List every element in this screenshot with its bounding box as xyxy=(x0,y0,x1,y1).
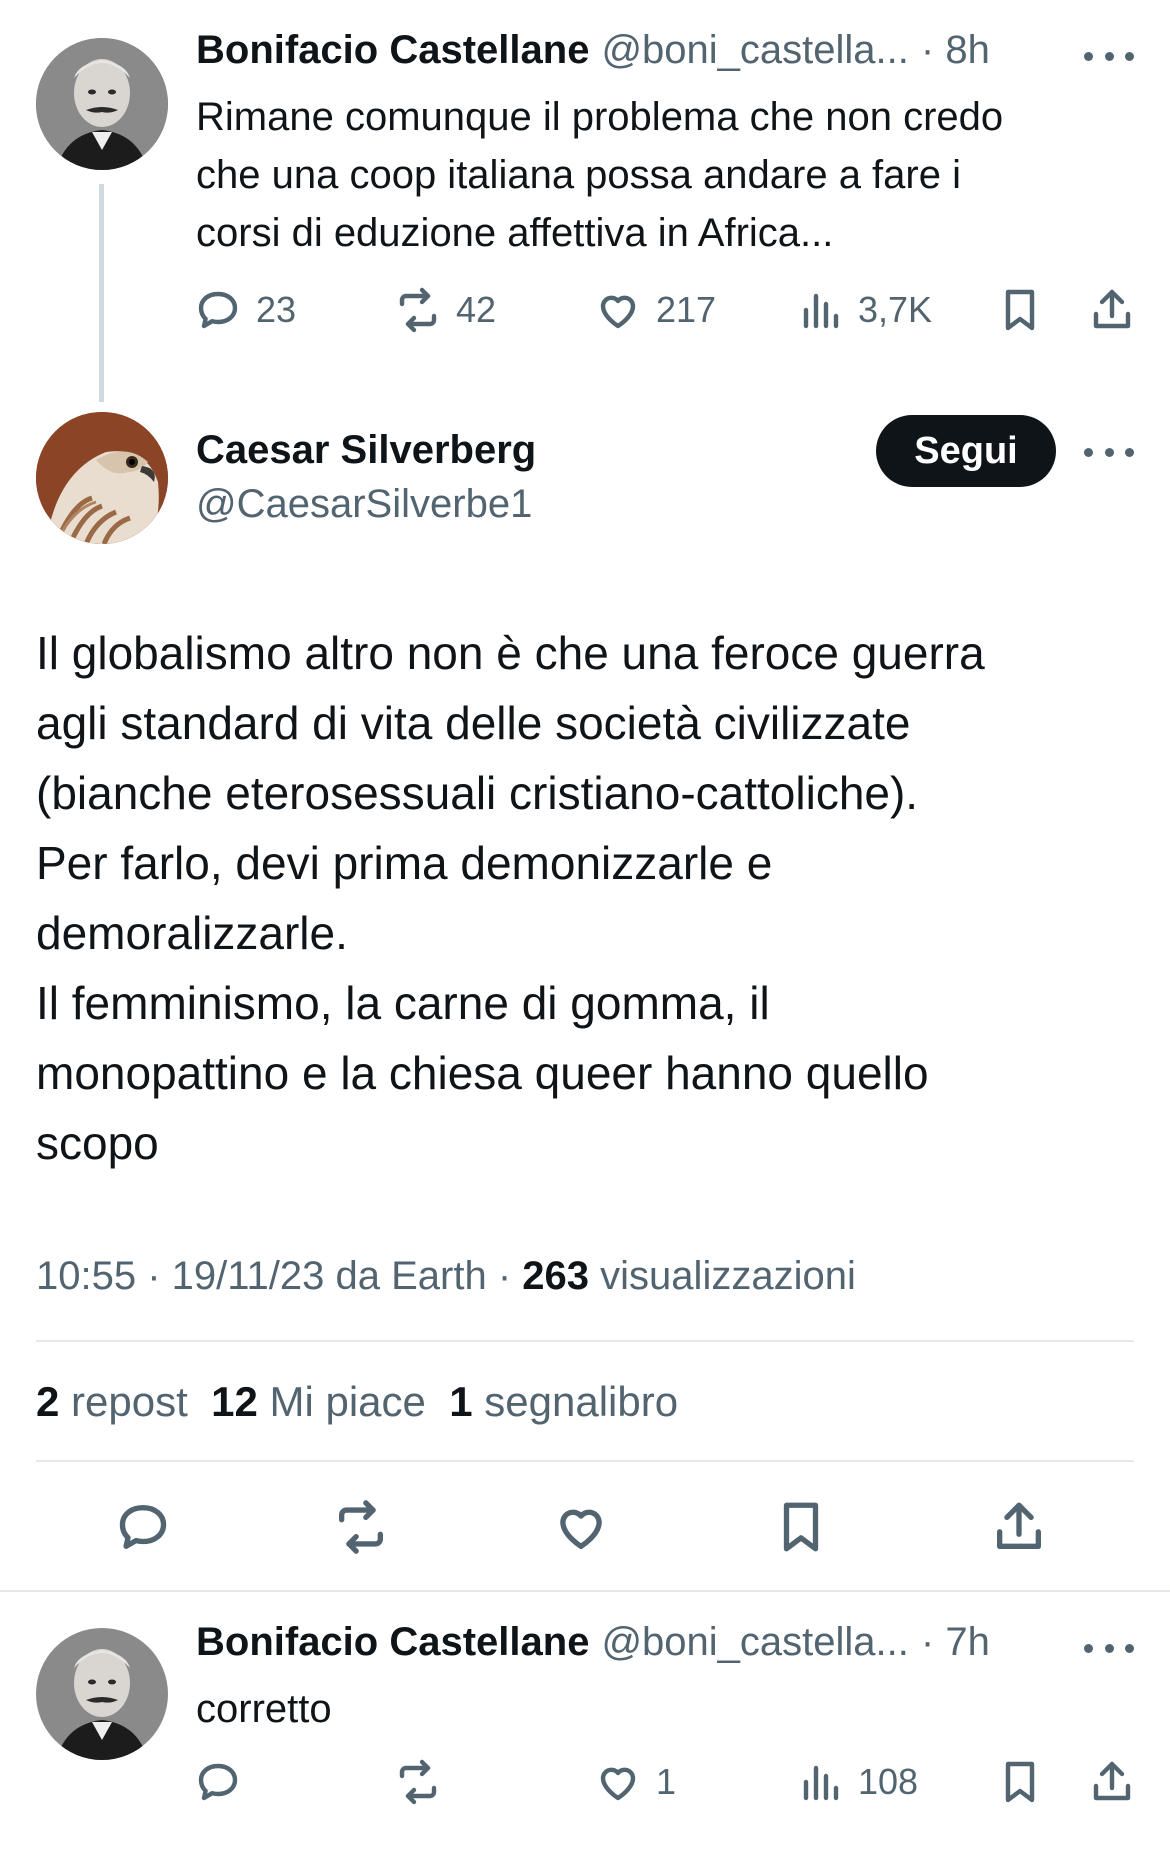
reply-button[interactable] xyxy=(194,1758,256,1806)
share-icon xyxy=(1093,1761,1131,1801)
author-handle[interactable]: @boni_castella... xyxy=(601,1620,908,1665)
like-button[interactable]: 1 xyxy=(594,1758,676,1806)
reply-button[interactable] xyxy=(114,1498,172,1561)
like-button[interactable]: 217 xyxy=(594,286,716,334)
repost-icon xyxy=(399,287,437,333)
reply-icon xyxy=(198,291,238,329)
author-name[interactable]: Caesar Silverberg xyxy=(196,428,536,473)
more-options-icon[interactable] xyxy=(1084,1638,1134,1658)
tweet-text-line: Il globalismo altro non è che una feroce… xyxy=(36,627,985,679)
views-icon xyxy=(803,1765,839,1801)
bookmark-icon xyxy=(1005,1761,1035,1803)
views-count: 108 xyxy=(858,1761,919,1802)
author-handle[interactable]: @boni_castella... xyxy=(601,28,908,73)
likes-stat[interactable]: 12 Mi piace xyxy=(211,1378,426,1425)
tweet-date-source: · 19/11/23 da Earth · xyxy=(147,1254,512,1298)
avatar-bonifacio[interactable] xyxy=(36,38,168,170)
tweet-text-line: Per farlo, devi prima demonizzarle e xyxy=(36,837,773,889)
tweet-text-line: (bianche eterosessuali cristiano-cattoli… xyxy=(36,767,919,819)
share-button[interactable] xyxy=(1088,286,1136,334)
tweet-text-line: corsi di eduzione affettiva in Africa... xyxy=(196,211,834,255)
repost-button[interactable]: 42 xyxy=(394,286,496,334)
tweet-text-line: scopo xyxy=(36,1117,159,1169)
like-count: 1 xyxy=(656,1761,677,1802)
avatar-caesar[interactable] xyxy=(36,412,168,544)
tweet-text: corretto xyxy=(196,1687,332,1731)
views-button[interactable]: 3,7K xyxy=(796,286,932,334)
views-label: visualizzazioni xyxy=(600,1254,856,1298)
tweet-time[interactable]: · 7h xyxy=(921,1620,990,1665)
reply-icon xyxy=(119,1505,167,1549)
tweet-text-line: Rimane comunque il problema che non cred… xyxy=(196,95,1004,139)
heart-icon xyxy=(600,295,636,329)
like-count: 217 xyxy=(656,289,717,330)
tweet-text-line: agli standard di vita delle società civi… xyxy=(36,697,911,749)
tweet-time[interactable]: 10:55 xyxy=(36,1254,136,1298)
divider xyxy=(36,1460,1134,1462)
tweet-text-line: che una coop italiana possa andare a far… xyxy=(196,153,961,197)
author-handle[interactable]: @CaesarSilverbe1 xyxy=(196,482,532,527)
bookmark-button[interactable] xyxy=(996,1758,1044,1806)
share-button[interactable] xyxy=(990,1498,1048,1561)
views-button[interactable]: 108 xyxy=(796,1758,918,1806)
bookmark-button[interactable] xyxy=(996,286,1044,334)
portrait-image xyxy=(36,1628,168,1760)
engagement-stats: 2 repost 12 Mi piace 1 segnalibro xyxy=(36,1378,678,1426)
views-icon xyxy=(803,293,839,329)
views-count: 263 xyxy=(522,1254,590,1298)
reply-button[interactable]: 23 xyxy=(194,286,296,334)
like-button[interactable] xyxy=(552,1498,610,1561)
reposts-stat[interactable]: 2 repost xyxy=(36,1378,188,1425)
divider xyxy=(0,1590,1170,1592)
repost-button[interactable] xyxy=(332,1498,390,1561)
bookmarks-stat[interactable]: 1 segnalibro xyxy=(449,1378,678,1425)
reply-count: 23 xyxy=(256,289,297,330)
heart-icon xyxy=(600,1767,636,1801)
tweet-text-line: Il femminismo, la carne di gomma, il xyxy=(36,977,770,1029)
views-count: 3,7K xyxy=(858,289,933,330)
share-icon xyxy=(1093,289,1131,329)
tweet-time[interactable]: · 8h xyxy=(921,28,990,73)
bookmark-button[interactable] xyxy=(772,1498,830,1561)
tweet-text-line: monopattino e la chiesa queer hanno quel… xyxy=(36,1047,929,1099)
tweet-header: Bonifacio Castellane @boni_castella... ·… xyxy=(196,28,990,73)
divider xyxy=(36,1340,1134,1342)
hawk-image xyxy=(36,412,168,544)
thread-connector-line xyxy=(99,184,104,402)
more-options-icon[interactable] xyxy=(1084,442,1134,462)
repost-icon xyxy=(399,1759,437,1805)
more-options-icon[interactable] xyxy=(1084,46,1134,66)
tweet-text: Rimane comunque il problema che non cred… xyxy=(196,88,1136,262)
tweet-text: Il globalismo altro non è che una feroce… xyxy=(36,618,1136,1178)
author-name[interactable]: Bonifacio Castellane xyxy=(196,28,589,73)
tweet-header: Bonifacio Castellane @boni_castella... ·… xyxy=(196,1620,990,1665)
bookmark-icon xyxy=(1005,289,1035,331)
author-name[interactable]: Bonifacio Castellane xyxy=(196,1620,589,1665)
bookmark-icon xyxy=(783,1502,819,1552)
portrait-image xyxy=(36,38,168,170)
tweet-meta: 10:55 · 19/11/23 da Earth · 263 visualiz… xyxy=(36,1254,856,1299)
share-button[interactable] xyxy=(1088,1758,1136,1806)
reply-icon xyxy=(198,1763,238,1801)
avatar-bonifacio[interactable] xyxy=(36,1628,168,1760)
share-icon xyxy=(997,1502,1041,1549)
tweet-text-line: demoralizzarle. xyxy=(36,907,348,959)
repost-button[interactable] xyxy=(394,1758,456,1806)
repost-icon xyxy=(339,1500,383,1554)
heart-icon xyxy=(560,1509,602,1549)
repost-count: 42 xyxy=(456,289,497,330)
follow-button[interactable]: Segui xyxy=(876,415,1056,487)
